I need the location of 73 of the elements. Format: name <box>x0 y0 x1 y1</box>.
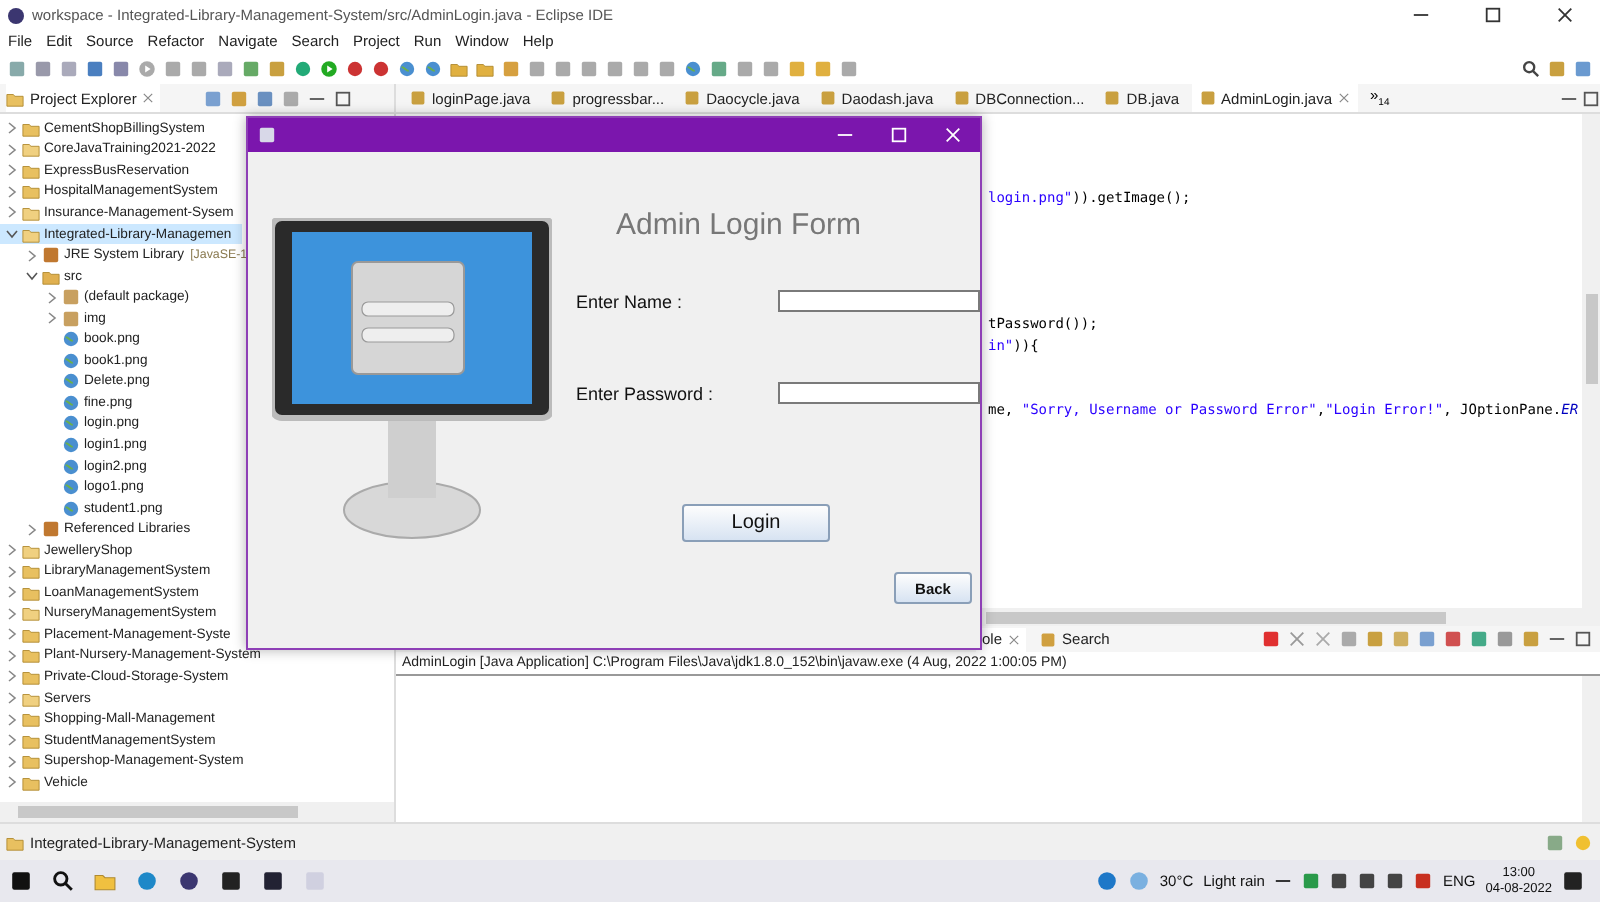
globe-icon[interactable] <box>684 59 702 77</box>
collapsed-caret-icon[interactable] <box>6 670 18 683</box>
folder-icon[interactable] <box>94 870 116 892</box>
collapsed-caret-icon[interactable] <box>6 185 18 198</box>
globe-icon <box>62 372 80 391</box>
collapsed-caret-icon[interactable] <box>26 249 38 262</box>
search-icon[interactable] <box>1522 59 1540 77</box>
collapsed-caret-icon[interactable] <box>6 164 18 177</box>
folder-icon <box>22 140 40 159</box>
close-icon <box>944 126 962 144</box>
remove-icon[interactable] <box>1288 630 1306 648</box>
collapsed-caret-icon[interactable] <box>6 692 18 705</box>
globe-icon <box>62 499 80 518</box>
globe-icon[interactable] <box>424 59 442 77</box>
folder-icon <box>22 541 40 560</box>
collapsed-caret-icon[interactable] <box>6 776 18 789</box>
run-icon[interactable] <box>138 59 156 77</box>
search-icon[interactable] <box>52 870 74 892</box>
collapsed-caret-icon[interactable] <box>6 755 18 768</box>
folder-icon <box>22 689 40 708</box>
vertical-scrollbar[interactable] <box>1582 114 1600 608</box>
remove-all-icon[interactable] <box>1314 630 1332 648</box>
text-field[interactable] <box>778 290 980 312</box>
collapsed-caret-icon[interactable] <box>6 565 18 578</box>
maximize-icon <box>890 126 908 144</box>
folder-icon <box>6 89 24 107</box>
collapsed-caret-icon[interactable] <box>6 586 18 599</box>
globe-icon <box>62 330 80 349</box>
collapsed-caret-icon[interactable] <box>46 312 58 325</box>
run-icon[interactable] <box>320 59 338 77</box>
form-title: Admin Login Form <box>616 208 862 242</box>
field-label: Enter Password : <box>576 383 716 403</box>
collapsed-caret-icon[interactable] <box>26 523 38 536</box>
collapsed-caret-icon[interactable] <box>6 544 18 557</box>
project-folder-icon <box>22 119 40 138</box>
collapsed-caret-icon[interactable] <box>6 649 18 662</box>
globe-icon <box>62 435 80 454</box>
folder-icon <box>22 604 40 623</box>
maximize-icon[interactable] <box>1574 630 1592 648</box>
globe-icon <box>62 478 80 497</box>
maximize-icon[interactable] <box>334 89 353 107</box>
circle-icon[interactable] <box>372 59 390 77</box>
collapsed-caret-icon[interactable] <box>6 628 18 641</box>
folder-icon <box>6 833 24 851</box>
globe-icon <box>62 457 80 476</box>
collapsed-caret-icon[interactable] <box>6 206 18 219</box>
collapsed-caret-icon[interactable] <box>46 291 58 304</box>
collapsed-caret-icon[interactable] <box>6 734 18 747</box>
collapsed-caret-icon[interactable] <box>6 143 18 156</box>
collapsed-caret-icon[interactable] <box>6 122 18 135</box>
circle-icon[interactable] <box>294 59 312 77</box>
package-folder-icon <box>42 267 60 286</box>
text-field[interactable] <box>778 382 980 404</box>
expanded-caret-icon[interactable] <box>6 228 18 240</box>
login-button[interactable]: Login <box>682 504 830 542</box>
close-icon <box>1338 92 1350 104</box>
circle-icon[interactable] <box>346 59 364 77</box>
field-label: Enter Name : <box>576 291 685 311</box>
globe-icon <box>62 414 80 433</box>
expanded-caret-icon[interactable] <box>26 270 38 283</box>
stop-icon[interactable] <box>1262 630 1280 648</box>
close-icon <box>1008 633 1021 645</box>
close-icon <box>1555 6 1573 24</box>
collapsed-caret-icon[interactable] <box>6 607 18 620</box>
maximize-icon[interactable] <box>1582 89 1600 107</box>
globe-icon[interactable] <box>398 59 416 77</box>
toolbar-icon <box>1546 833 1564 851</box>
close-icon <box>142 92 155 104</box>
collapsed-caret-icon[interactable] <box>6 713 18 726</box>
restore-icon <box>1483 6 1501 24</box>
globe-icon <box>62 351 80 370</box>
globe-icon <box>62 393 80 412</box>
horizontal-scrollbar[interactable] <box>0 802 394 822</box>
